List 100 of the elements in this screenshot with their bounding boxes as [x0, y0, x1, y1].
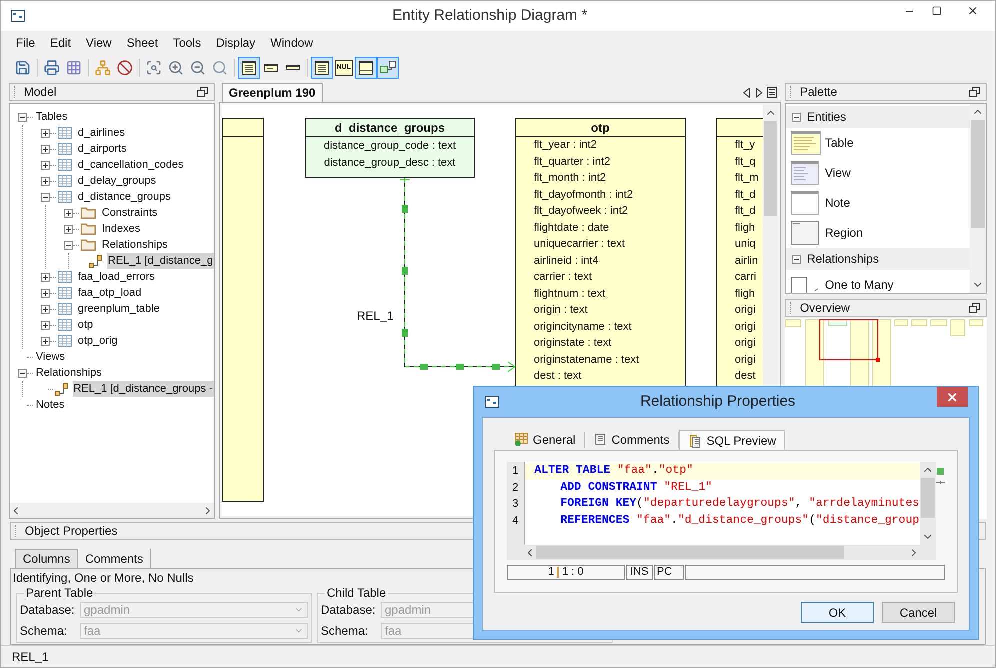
- expand-icon[interactable]: [41, 272, 50, 282]
- column-text: airlin: [735, 254, 760, 268]
- expand-icon[interactable]: [64, 224, 73, 234]
- palette-item[interactable]: Region: [786, 218, 970, 248]
- line-number: 2: [511, 480, 520, 496]
- field-label: Database:: [20, 602, 76, 619]
- cancel-button[interactable]: Cancel: [882, 602, 955, 623]
- menu-item[interactable]: View: [79, 34, 119, 52]
- tree-item[interactable]: d_airlines: [77, 125, 126, 141]
- tree-item[interactable]: faa_otp_load: [77, 285, 143, 301]
- tree-item[interactable]: REL_1 [d_distance_g: [107, 253, 214, 269]
- menu-item[interactable]: Sheet: [120, 34, 166, 52]
- expand-icon[interactable]: [41, 128, 50, 138]
- line-ending: PC: [654, 565, 684, 580]
- dialog-tab[interactable]: Comments: [584, 430, 678, 450]
- close-button[interactable]: [937, 387, 968, 407]
- toolbar-button[interactable]: [238, 57, 260, 79]
- code-line: ADD CONSTRAINT "REL_1": [560, 480, 714, 496]
- zoom-fit-icon: [146, 60, 162, 76]
- collapse-icon[interactable]: [792, 254, 802, 264]
- palette-item-label: Table: [825, 135, 854, 152]
- restore-icon[interactable]: [969, 303, 980, 313]
- column-text: flt_dayofweek : int2: [534, 204, 630, 219]
- code-line: REFERENCES "faa"."d_distance_groups"("distance_group: [560, 512, 920, 528]
- column-text: uniquecarrier : text: [534, 237, 626, 252]
- tree-item[interactable]: Relationships: [101, 237, 170, 253]
- column-text: origi: [735, 352, 757, 368]
- menu-item[interactable]: Window: [264, 34, 320, 52]
- tree-item[interactable]: Constraints: [101, 205, 159, 221]
- palette-section-header[interactable]: Relationships: [786, 248, 970, 270]
- tree-item[interactable]: otp: [77, 317, 94, 333]
- column-text: flt_d: [735, 188, 757, 202]
- collapse-icon[interactable]: [64, 240, 73, 250]
- vertical-scrollbar[interactable]: [920, 462, 936, 545]
- close-icon: [946, 390, 959, 404]
- palette-item[interactable]: One to Many: [786, 270, 970, 293]
- dialog-tab[interactable]: SQL Preview: [678, 430, 786, 450]
- tree-item[interactable]: Notes: [35, 397, 66, 413]
- tree-item[interactable]: Tables: [35, 109, 69, 125]
- expand-icon[interactable]: [41, 304, 50, 314]
- collapse-icon[interactable]: [18, 112, 27, 122]
- palette-section-header[interactable]: Entities: [786, 106, 970, 128]
- expand-icon[interactable]: [64, 208, 73, 218]
- expand-icon[interactable]: [41, 160, 50, 170]
- collapse-icon[interactable]: [792, 112, 802, 122]
- column-text: flt_y: [735, 138, 756, 153]
- previous-icon[interactable]: [743, 88, 752, 98]
- horizontal-scrollbar[interactable]: [10, 503, 214, 518]
- tree-item[interactable]: d_distance_groups: [77, 189, 172, 205]
- horizontal-scrollbar[interactable]: [524, 545, 936, 560]
- expand-icon[interactable]: [41, 336, 50, 346]
- expand-icon[interactable]: [41, 176, 50, 186]
- tree-item[interactable]: Views: [35, 349, 66, 365]
- collapse-icon[interactable]: [18, 368, 27, 378]
- field-label: Database:: [321, 602, 377, 619]
- menu-item[interactable]: Display: [209, 34, 263, 52]
- region-thumbnail-icon: [791, 221, 822, 245]
- editor-tab[interactable]: Greenplum 190: [222, 83, 323, 102]
- properties-tab[interactable]: Comments: [78, 549, 152, 568]
- tree-item[interactable]: faa_load_errors: [77, 269, 156, 285]
- column-text: fligh: [735, 220, 756, 236]
- tree-item[interactable]: d_delay_groups: [77, 173, 158, 189]
- column-text: origin : text: [534, 303, 589, 318]
- grid-icon: [66, 60, 82, 76]
- dialog-tab[interactable]: General: [506, 430, 584, 450]
- tree-item[interactable]: Relationships: [35, 365, 104, 381]
- list-icon[interactable]: [767, 87, 778, 98]
- column-text: flt_m: [735, 171, 760, 186]
- restore-icon[interactable]: [969, 87, 980, 97]
- toolbar-button[interactable]: [377, 57, 399, 79]
- next-icon[interactable]: [755, 88, 764, 98]
- column-text: uniq: [735, 237, 757, 252]
- entity-table[interactable]: [222, 118, 264, 502]
- tree-item[interactable]: d_cancellation_codes: [77, 157, 185, 173]
- toolbar-button[interactable]: [311, 57, 333, 79]
- palette-item[interactable]: Note: [786, 188, 970, 218]
- properties-tab[interactable]: Columns: [15, 549, 78, 568]
- tree-item[interactable]: otp_orig: [77, 333, 119, 349]
- tree-item[interactable]: REL_1 [d_distance_groups -: [72, 381, 214, 397]
- palette-item[interactable]: View: [786, 158, 970, 188]
- menu-item[interactable]: Edit: [43, 34, 78, 52]
- expand-icon[interactable]: [41, 288, 50, 298]
- insert-mode: INS: [626, 565, 653, 580]
- menu-item[interactable]: Tools: [166, 34, 208, 52]
- ok-button[interactable]: OK: [801, 602, 874, 623]
- restore-icon[interactable]: [197, 87, 208, 97]
- tree-item[interactable]: Indexes: [101, 221, 142, 237]
- menu-item[interactable]: File: [9, 34, 42, 52]
- window-title: Entity Relationship Diagram *: [391, 6, 589, 26]
- tree-item[interactable]: d_airports: [77, 141, 128, 157]
- table-thumbnail-icon: [791, 131, 822, 155]
- palette-item[interactable]: Table: [786, 128, 970, 158]
- entity-table[interactable]: d_distance_groups distance_group_code : text distance_group_desc : text: [305, 118, 475, 178]
- expand-icon[interactable]: [41, 320, 50, 330]
- toolbar-button[interactable]: [355, 57, 377, 79]
- tree-item[interactable]: greenplum_table: [77, 301, 161, 317]
- vertical-scrollbar[interactable]: [970, 104, 986, 293]
- collapse-icon[interactable]: [41, 192, 50, 202]
- section-title: Entities: [807, 109, 846, 126]
- expand-icon[interactable]: [41, 144, 50, 154]
